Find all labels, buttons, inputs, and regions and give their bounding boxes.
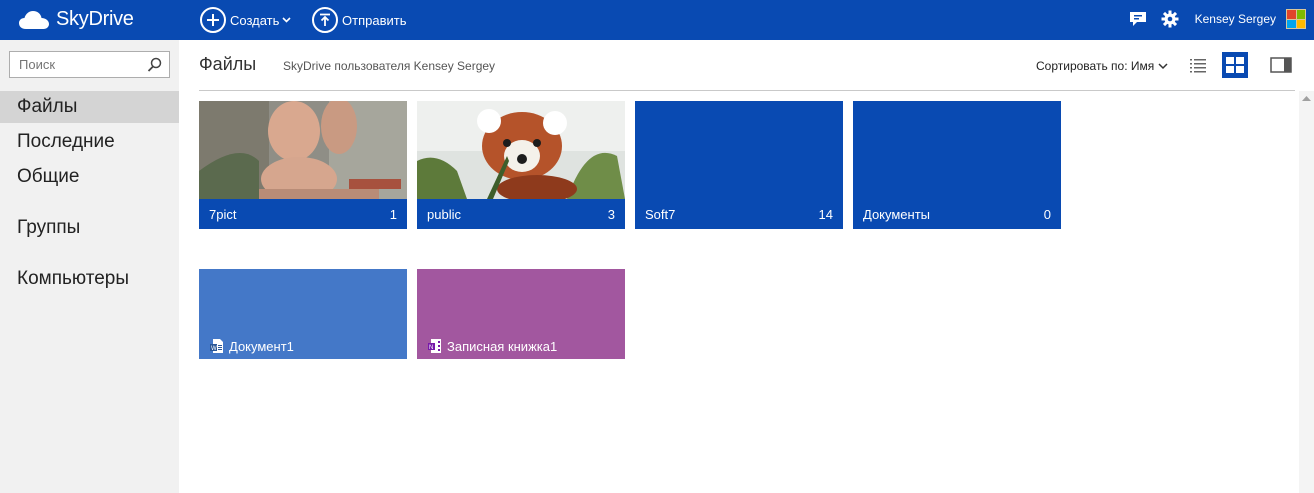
create-button[interactable]: Создать: [200, 7, 291, 33]
sidebar-item-groups[interactable]: Группы: [0, 212, 179, 244]
folder-thumbnail: [199, 101, 407, 199]
onenote-icon: N: [428, 339, 441, 353]
thumbnail-view-button[interactable]: [1222, 52, 1248, 78]
sidebar-item-computers[interactable]: Компьютеры: [0, 263, 179, 295]
folder-count: 3: [607, 206, 615, 222]
word-doc-icon: W: [210, 339, 223, 353]
chevron-down-icon: [1158, 62, 1168, 69]
folder-tile-documents[interactable]: Документы 0: [853, 101, 1061, 229]
svg-text:N: N: [429, 345, 433, 351]
folder-caption: Soft7 14: [635, 199, 843, 229]
main-content: Файлы SkyDrive пользователя Kensey Serge…: [179, 40, 1314, 493]
feedback-icon[interactable]: [1129, 10, 1147, 28]
upload-label: Отправить: [342, 12, 407, 28]
search-input[interactable]: [10, 52, 140, 77]
list-view-button[interactable]: [1185, 52, 1211, 78]
folder-tile-soft7[interactable]: Soft7 14: [635, 101, 843, 229]
brand-name: SkyDrive: [56, 8, 134, 30]
folder-tile-public[interactable]: public 3: [417, 101, 625, 229]
folder-name: 7pict: [209, 206, 237, 222]
search-icon[interactable]: [147, 57, 162, 72]
cloud-icon: [19, 10, 49, 29]
details-pane-button[interactable]: [1268, 52, 1294, 78]
document-label: N Записная книжка1: [427, 338, 557, 354]
details-pane-icon: [1270, 57, 1292, 73]
sort-dropdown[interactable]: Сортировать по: Имя: [1036, 59, 1168, 73]
folder-name: Soft7: [645, 206, 676, 222]
plus-icon: [200, 7, 226, 33]
gear-icon[interactable]: [1161, 10, 1179, 28]
document-name: Документ1: [229, 338, 294, 354]
photo-thumbnail-icon: [199, 101, 407, 199]
folder-count: 1: [389, 206, 397, 222]
document-tile-word[interactable]: W Документ1: [199, 269, 407, 359]
sidebar: Файлы Последние Общие Группы Компьютеры: [0, 40, 179, 493]
upload-button[interactable]: Отправить: [312, 7, 406, 33]
folder-count: 0: [1043, 206, 1051, 222]
svg-text:W: W: [211, 346, 217, 352]
folder-tile-7pict[interactable]: 7pict 1: [199, 101, 407, 229]
folder-thumbnail: [417, 101, 625, 199]
top-bar: SkyDrive Создать Отправить Kensey Sergey: [0, 0, 1314, 40]
user-area: Kensey Sergey: [1129, 9, 1306, 29]
red-panda-thumbnail-icon: [417, 101, 625, 199]
sidebar-item-files[interactable]: Файлы: [0, 91, 179, 123]
avatar[interactable]: [1286, 9, 1306, 29]
folder-caption: public 3: [417, 199, 625, 229]
skydrive-logo[interactable]: SkyDrive: [18, 8, 134, 31]
document-tile-onenote[interactable]: N Записная книжка1: [417, 269, 625, 359]
thumbnail-view-icon: [1226, 57, 1244, 73]
upload-icon: [312, 7, 338, 33]
header-divider: [199, 90, 1295, 91]
scrollbar[interactable]: [1299, 91, 1314, 493]
page-title: Файлы: [199, 54, 257, 74]
create-label: Создать: [230, 12, 280, 28]
folder-name: Документы: [863, 206, 931, 222]
list-view-icon: [1190, 59, 1206, 73]
scroll-up-arrow-icon[interactable]: [1302, 95, 1311, 102]
folder-name: public: [427, 206, 461, 222]
search-box: [9, 51, 170, 78]
document-label: W Документ1: [209, 338, 294, 354]
folder-caption: 7pict 1: [199, 199, 407, 229]
sidebar-item-recent[interactable]: Последние: [0, 126, 179, 158]
sort-label: Сортировать по: Имя: [1036, 59, 1155, 73]
user-name[interactable]: Kensey Sergey: [1195, 12, 1276, 26]
document-name: Записная книжка1: [447, 338, 558, 354]
folder-caption: Документы 0: [853, 199, 1061, 229]
page-subtitle: SkyDrive пользователя Kensey Sergey: [283, 59, 496, 73]
chevron-down-icon: [282, 17, 291, 23]
folder-count: 14: [818, 206, 833, 222]
sidebar-item-shared[interactable]: Общие: [0, 161, 179, 193]
